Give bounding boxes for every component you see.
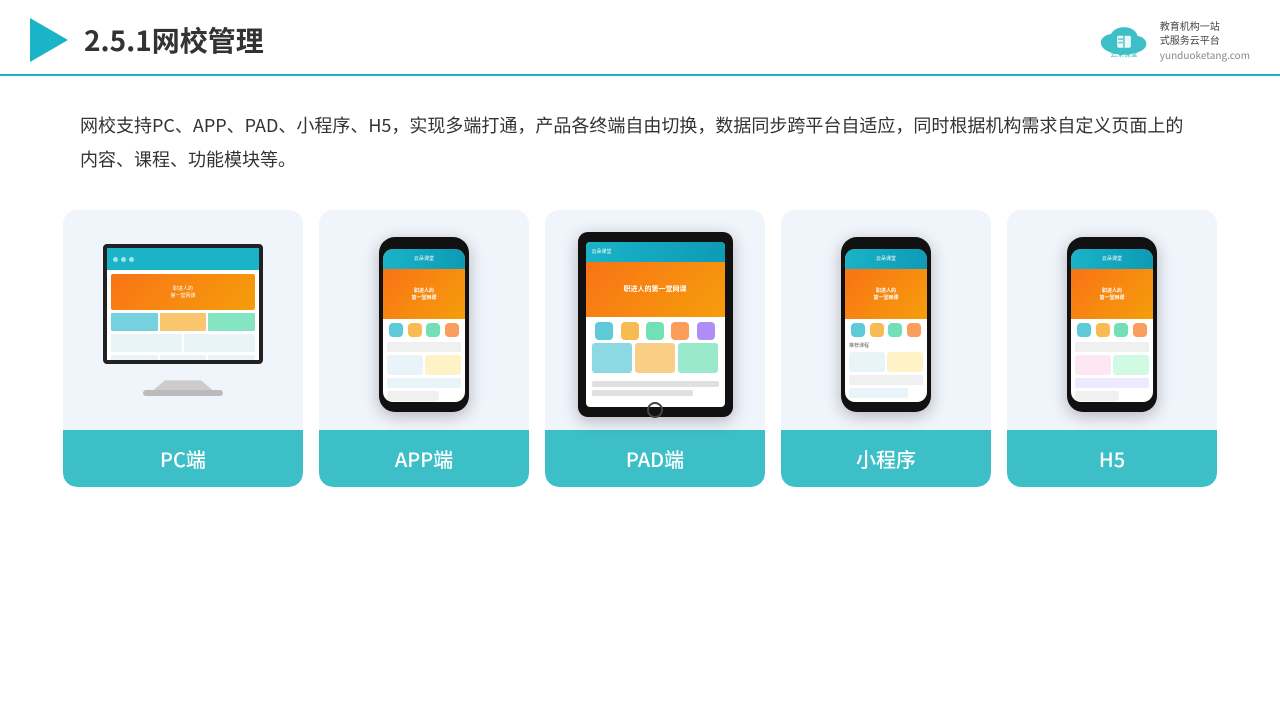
card-miniapp: 云朵课堂 职进人的第一堂网课 推荐课程 [781, 210, 991, 487]
logo-tagline: 教育机构一站式服务云平台 [1160, 19, 1220, 47]
card-h5-label: H5 [1007, 430, 1217, 487]
card-miniapp-image: 云朵课堂 职进人的第一堂网课 推荐课程 [781, 210, 991, 430]
pc-screen: 职进人的第一堂网课 [103, 244, 263, 364]
logo-icon: 云朵课堂 [1094, 22, 1154, 58]
header-left: 2.5.1网校管理 [30, 18, 264, 62]
miniapp-phone-mockup: 云朵课堂 职进人的第一堂网课 推荐课程 [841, 237, 931, 412]
description-text: 网校支持PC、APP、PAD、小程序、H5，实现多端打通，产品各终端自由切换，数… [0, 76, 1280, 200]
card-pad-label: PAD端 [545, 430, 765, 487]
card-pc-label: PC端 [63, 430, 303, 487]
card-miniapp-label: 小程序 [781, 430, 991, 487]
card-pad: 云朵课堂 职进人的第一堂网课 [545, 210, 765, 487]
title-prefix: 2.5.1 [84, 20, 152, 60]
description-content: 网校支持PC、APP、PAD、小程序、H5，实现多端打通，产品各终端自由切换，数… [80, 112, 1183, 172]
play-icon [30, 18, 68, 62]
card-h5-image: 云朵课堂 职进人的第一堂网课 [1007, 210, 1217, 430]
card-app-label: APP端 [319, 430, 529, 487]
header: 2.5.1网校管理 云朵课堂 教育机构一站式服务云平台 yunduoketang… [0, 0, 1280, 76]
pc-mockup: 职进人的第一堂网课 [93, 244, 273, 404]
logo-area: 云朵课堂 教育机构一站式服务云平台 yunduoketang.com [1094, 19, 1250, 62]
card-pc: 职进人的第一堂网课 [63, 210, 303, 487]
pad-label-text: PAD端 [626, 444, 684, 473]
logo-domain: yunduoketang.com [1160, 47, 1250, 62]
page-title: 2.5.1网校管理 [84, 20, 264, 60]
app-label-text: APP端 [395, 444, 453, 473]
title-main: 网校管理 [152, 20, 264, 60]
app-phone-mockup: 云朵课堂 职进人的第一堂网课 [379, 237, 469, 412]
h5-label-text: H5 [1099, 444, 1125, 473]
card-app-image: 云朵课堂 职进人的第一堂网课 [319, 210, 529, 430]
card-app: 云朵课堂 职进人的第一堂网课 [319, 210, 529, 487]
pad-tablet-mockup: 云朵课堂 职进人的第一堂网课 [578, 232, 733, 417]
card-pad-image: 云朵课堂 职进人的第一堂网课 [545, 210, 765, 430]
card-h5: 云朵课堂 职进人的第一堂网课 [1007, 210, 1217, 487]
card-pc-image: 职进人的第一堂网课 [63, 210, 303, 430]
svg-text:云朵课堂: 云朵课堂 [1110, 49, 1138, 58]
miniapp-label-text: 小程序 [856, 444, 916, 473]
pc-label-text: PC端 [160, 444, 206, 473]
h5-phone-mockup: 云朵课堂 职进人的第一堂网课 [1067, 237, 1157, 412]
cards-container: 职进人的第一堂网课 [0, 200, 1280, 507]
